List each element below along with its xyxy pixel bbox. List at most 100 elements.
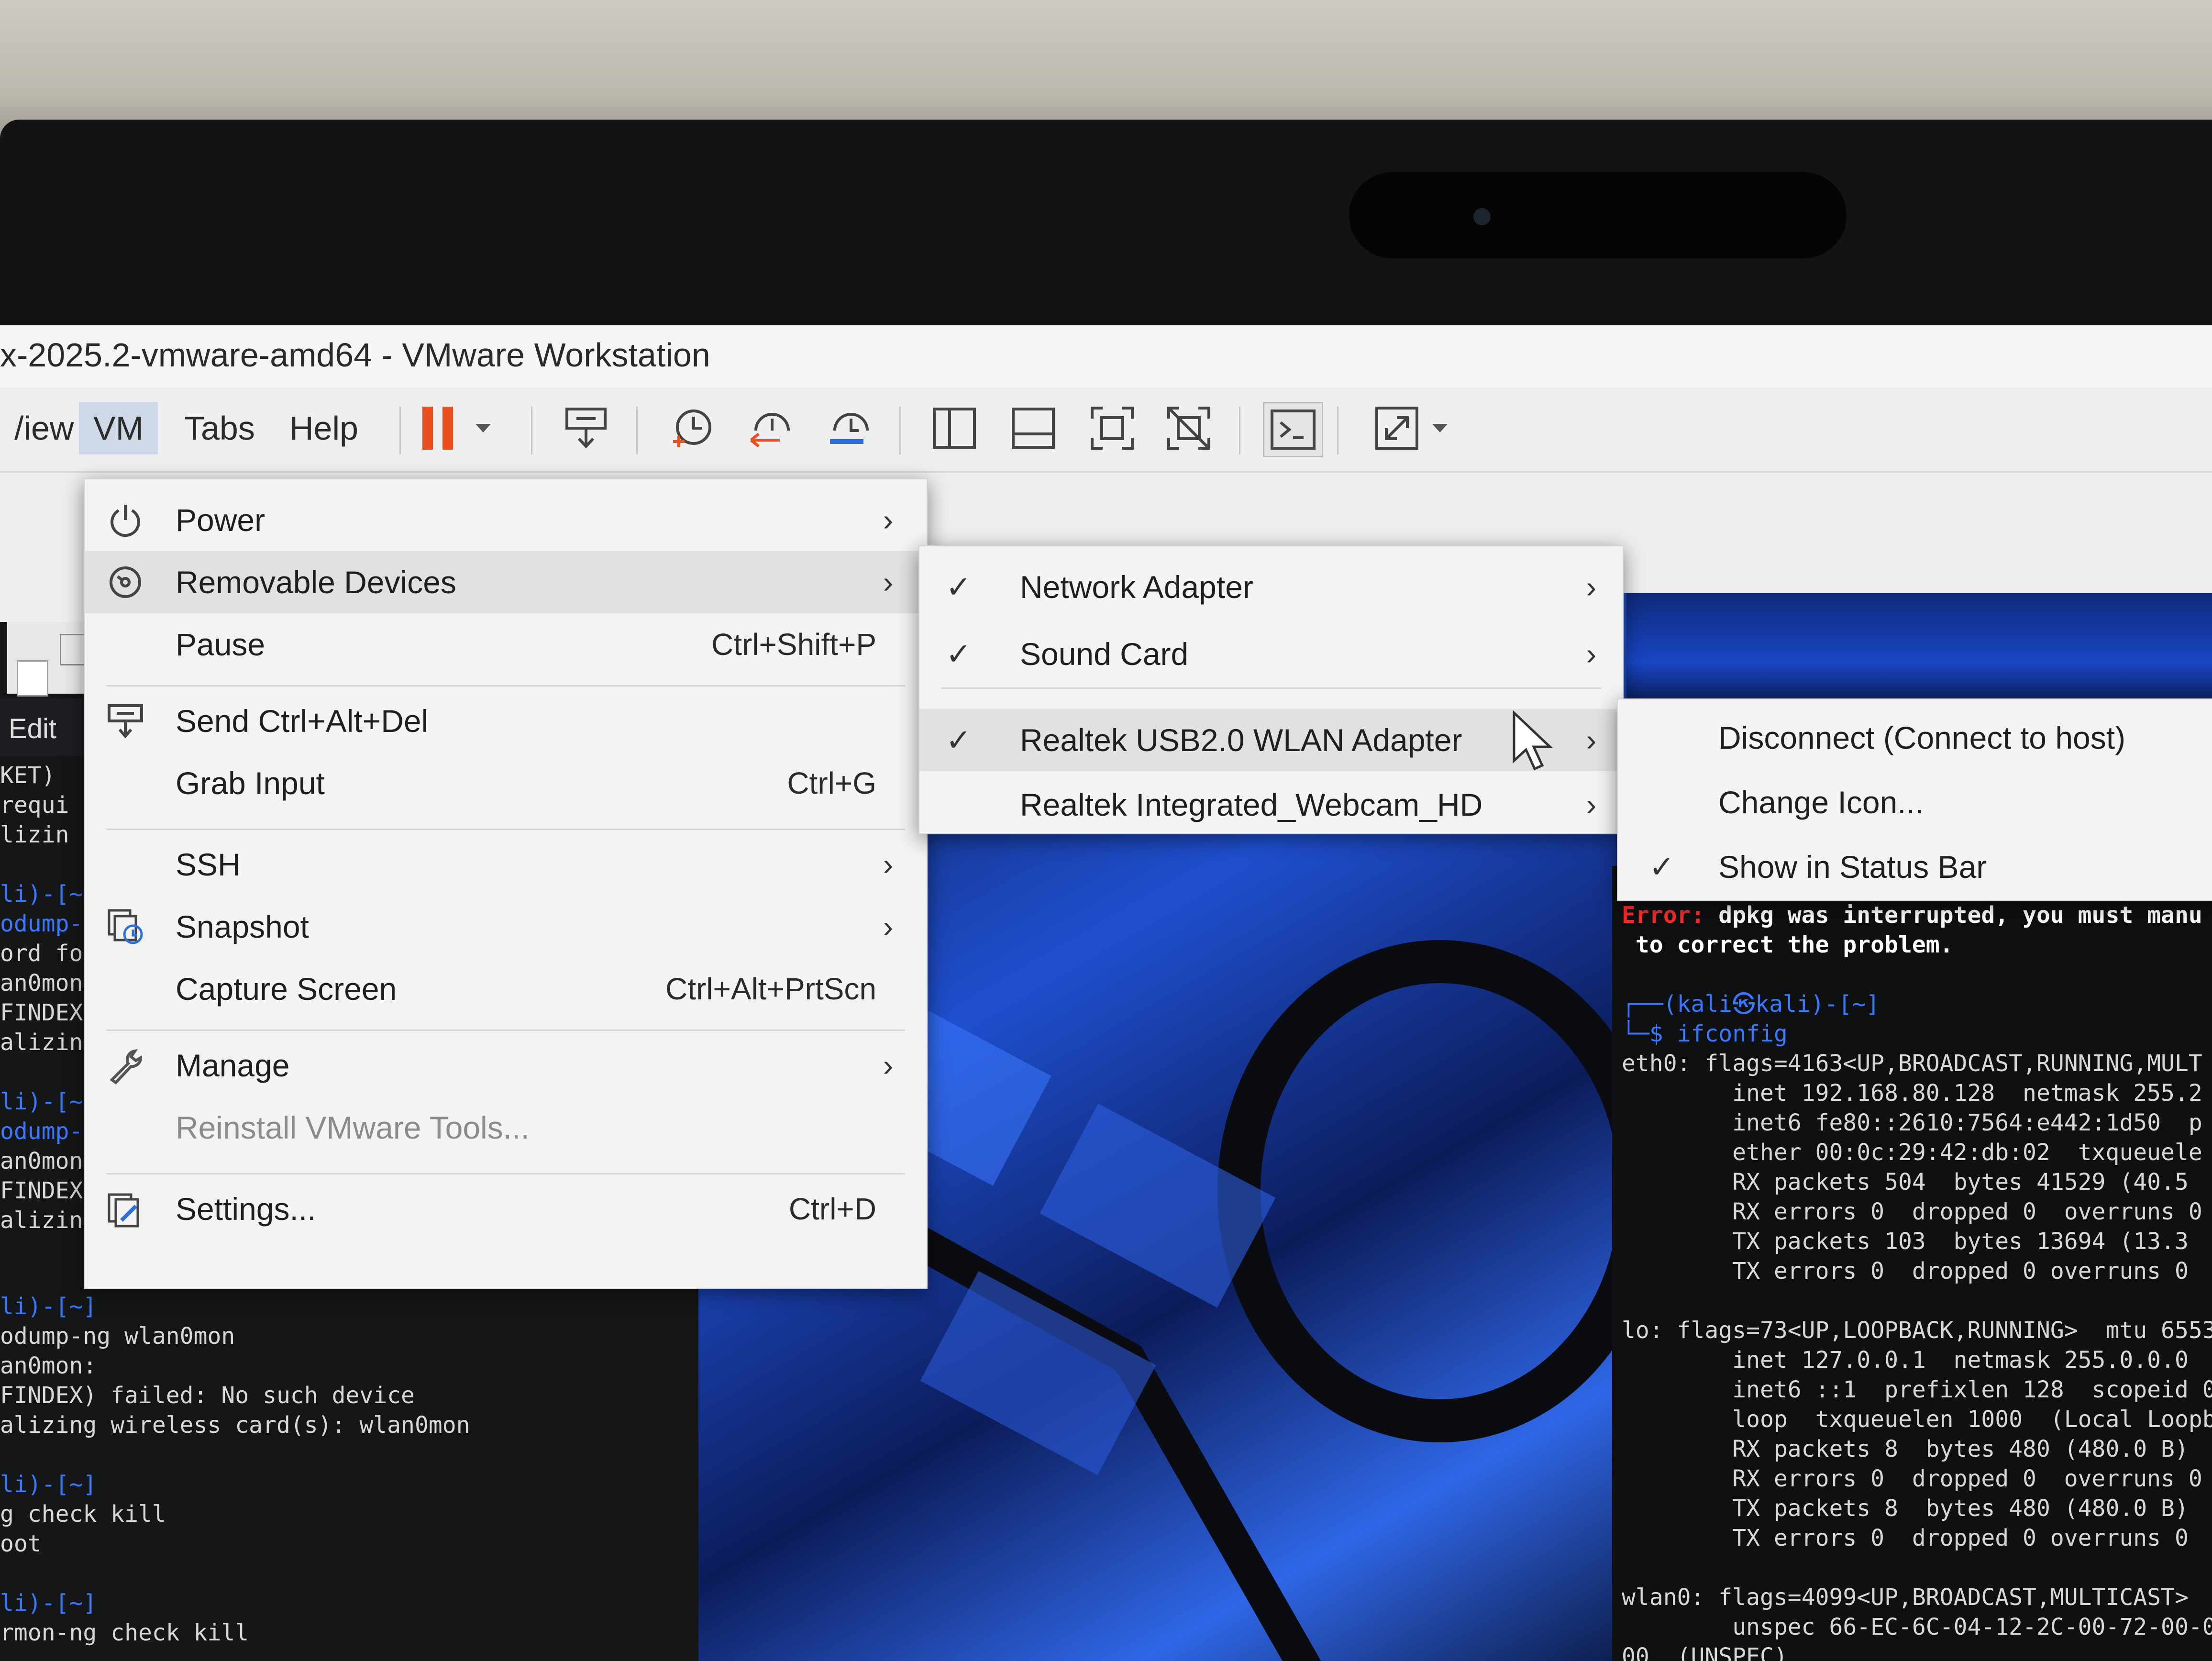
removable-devices-submenu: ✓ Network Adapter › ✓ Sound Card › ✓ Realtek US… bbox=[918, 545, 1624, 834]
terminal-line: requi bbox=[0, 792, 69, 819]
vm-menu-item-capture-screen[interactable]: Capture Screen Ctrl+Alt+PrtScn bbox=[85, 958, 927, 1020]
toolbar-separator bbox=[899, 407, 901, 454]
pause-icon[interactable] bbox=[411, 402, 469, 454]
send-keys-icon bbox=[106, 702, 144, 740]
device-item-disconnect-connect-to-host[interactable]: Disconnect (Connect to host) bbox=[1618, 707, 2212, 769]
menu-item-shortcut: Ctrl+D bbox=[788, 1192, 876, 1226]
menu-vm[interactable]: VM bbox=[79, 402, 158, 454]
menu-item-label: Change Icon... bbox=[1718, 785, 1924, 820]
window-titlebar: x-2025.2-vmware-amd64 - VMware Workstati… bbox=[0, 325, 2212, 388]
dropdown-arrow-icon[interactable] bbox=[1421, 402, 1459, 454]
terminal-line: FINDEX bbox=[0, 1177, 83, 1204]
vm-menu-item-send-ctrl-alt-del[interactable]: Send Ctrl+Alt+Del bbox=[85, 690, 927, 752]
menu-item-label: Removable Devices bbox=[176, 565, 456, 600]
terminal-line: odump- bbox=[0, 1118, 83, 1145]
terminal-edit-menu[interactable]: Edit bbox=[9, 713, 56, 745]
removable-item-sound-card[interactable]: ✓ Sound Card › bbox=[919, 623, 1623, 685]
webcam-lens-icon bbox=[1473, 208, 1491, 225]
terminal-line: RX errors 0 dropped 0 overruns 0 bbox=[1622, 1198, 2202, 1225]
window-title: x-2025.2-vmware-amd64 - VMware Workstati… bbox=[0, 336, 710, 374]
menu-item-label: Grab Input bbox=[176, 765, 325, 801]
terminal-line: an0mon bbox=[0, 970, 83, 997]
terminal-line: rmon-ng check kill bbox=[0, 1619, 249, 1646]
terminal-line: odump- bbox=[0, 910, 83, 937]
menu-tabs[interactable]: Tabs bbox=[170, 402, 269, 454]
snapshot-icon bbox=[106, 908, 144, 946]
device-item-change-icon[interactable]: Change Icon... bbox=[1618, 771, 2212, 833]
terminal-line: li)-[~] bbox=[0, 1471, 97, 1498]
device-item-show-in-status-bar[interactable]: ✓ Show in Status Bar bbox=[1618, 836, 2212, 898]
menu-separator bbox=[106, 1173, 905, 1174]
terminal-line: 00 (UNSPEC) bbox=[1622, 1643, 1788, 1661]
terminal-line: loop txqueuelen 1000 (Local Loopb bbox=[1622, 1406, 2212, 1433]
chevron-right-icon: › bbox=[883, 503, 893, 537]
terminal-line: lo: flags=73<UP,LOOPBACK,RUNNING> mtu 65… bbox=[1622, 1317, 2212, 1344]
menu-item-label: Reinstall VMware Tools... bbox=[176, 1110, 530, 1145]
check-icon: ✓ bbox=[946, 570, 972, 604]
chevron-right-icon: › bbox=[1586, 787, 1596, 822]
menu-separator bbox=[106, 1030, 905, 1031]
vm-menu-item-manage[interactable]: Manage › bbox=[85, 1034, 927, 1096]
terminal-line: FINDEX) failed: No such device bbox=[0, 1382, 415, 1409]
fullscreen-icon[interactable] bbox=[1084, 402, 1141, 454]
terminal-line: Error: dpkg was interrupted, you must ma… bbox=[1622, 902, 2202, 929]
menubar: /iew VM Tabs Help bbox=[0, 388, 2212, 473]
menu-item-label: Realtek Integrated_Webcam_HD bbox=[1020, 787, 1483, 822]
console-view-icon[interactable] bbox=[1005, 402, 1062, 454]
vm-menu-item-snapshot[interactable]: Snapshot › bbox=[85, 896, 927, 958]
removable-item-network-adapter[interactable]: ✓ Network Adapter › bbox=[919, 556, 1623, 618]
terminal-line: inet 127.0.0.1 netmask 255.0.0.0 bbox=[1622, 1347, 2189, 1373]
terminal-line: TX packets 103 bytes 13694 (13.3 bbox=[1622, 1228, 2189, 1255]
menu-item-label: Realtek USB2.0 WLAN Adapter bbox=[1020, 722, 1462, 758]
snapshot-icon[interactable] bbox=[663, 402, 720, 454]
file-icon bbox=[17, 660, 48, 697]
menu-view[interactable]: /iew bbox=[0, 402, 88, 454]
terminal-line: oot bbox=[0, 1530, 42, 1557]
left-pane-toolbar bbox=[7, 622, 96, 697]
terminal-line: to correct the problem. bbox=[1622, 931, 1954, 958]
sidebar-toggle-icon[interactable] bbox=[926, 402, 983, 454]
copy-icon[interactable] bbox=[60, 634, 87, 665]
removable-item-realtek-integrated-webcam-hd[interactable]: Realtek Integrated_Webcam_HD › bbox=[919, 774, 1623, 836]
check-icon: ✓ bbox=[946, 723, 972, 757]
power-icon bbox=[106, 501, 144, 539]
stretch-icon[interactable] bbox=[1368, 402, 1426, 454]
menu-item-label: Manage bbox=[176, 1048, 290, 1083]
menu-separator bbox=[106, 829, 905, 830]
menu-item-label: SSH bbox=[176, 847, 241, 882]
vm-menu-item-grab-input[interactable]: Grab Input Ctrl+G bbox=[85, 752, 927, 814]
menu-item-shortcut: Ctrl+Shift+P bbox=[711, 627, 876, 662]
chevron-right-icon: › bbox=[883, 909, 893, 944]
revert-snapshot-icon[interactable] bbox=[741, 402, 799, 454]
chevron-right-icon: › bbox=[1586, 723, 1596, 757]
toolbar-separator bbox=[1337, 407, 1338, 454]
terminal-line: wlan0: flags=4099<UP,BROADCAST,MULTICAST… bbox=[1622, 1584, 2212, 1611]
terminal-line: inet6 ::1 prefixlen 128 scopeid 0 bbox=[1622, 1376, 2212, 1403]
terminal-line: ┌──(kali㉿kali)-[~] bbox=[1622, 991, 1880, 1018]
menu-help[interactable]: Help bbox=[275, 402, 373, 454]
vm-menu-item-settings[interactable]: Settings... Ctrl+D bbox=[85, 1178, 927, 1240]
terminal-line: TX errors 0 dropped 0 overruns 0 bbox=[1622, 1525, 2189, 1551]
vm-menu-item-pause[interactable]: Pause Ctrl+Shift+P bbox=[85, 613, 927, 675]
dropdown-arrow-icon[interactable] bbox=[464, 402, 502, 454]
vm-menu-item-removable-devices[interactable]: Removable Devices › bbox=[85, 551, 927, 613]
terminal-line: lizin bbox=[0, 821, 69, 848]
wlan-adapter-submenu: Disconnect (Connect to host) Change Icon.… bbox=[1617, 698, 2212, 901]
toolbar-separator bbox=[636, 407, 638, 454]
vm-menu-item-power[interactable]: Power › bbox=[85, 489, 927, 551]
terminal-line: inet6 fe80::2610:7564:e442:1d50 p bbox=[1622, 1109, 2202, 1136]
snapshot-manager-icon[interactable] bbox=[820, 402, 878, 454]
vm-menu-item-ssh[interactable]: SSH › bbox=[85, 833, 927, 896]
chevron-right-icon: › bbox=[883, 1048, 893, 1083]
unity-icon[interactable] bbox=[1160, 402, 1217, 454]
terminal-icon[interactable] bbox=[1263, 402, 1323, 457]
menu-item-label: Send Ctrl+Alt+Del bbox=[176, 703, 429, 739]
terminal-line: eth0: flags=4163<UP,BROADCAST,RUNNING,MU… bbox=[1622, 1050, 2202, 1077]
send-keys-icon[interactable] bbox=[557, 402, 615, 454]
terminal-line: alizing wireless card(s): wlan0mon bbox=[0, 1412, 470, 1439]
chevron-right-icon: › bbox=[883, 565, 893, 599]
